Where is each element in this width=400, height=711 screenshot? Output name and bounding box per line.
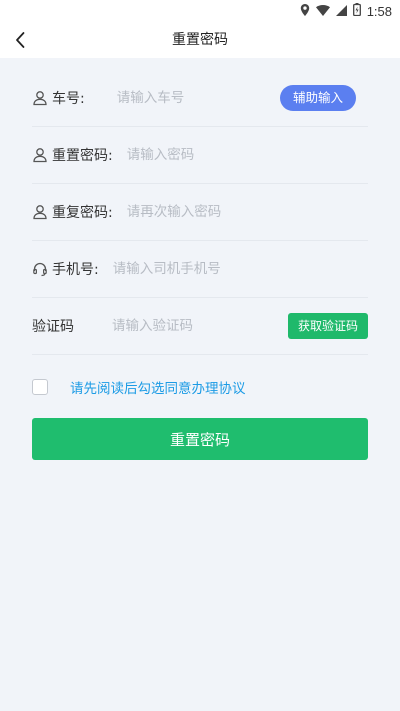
confirm-password-row: 重复密码: bbox=[32, 184, 368, 241]
code-row: 验证码 获取验证码 bbox=[32, 298, 368, 355]
signal-icon bbox=[335, 4, 347, 19]
chevron-left-icon bbox=[16, 32, 25, 48]
user-icon bbox=[33, 148, 47, 163]
battery-icon bbox=[352, 3, 361, 19]
car-number-label-group: 车号: bbox=[32, 88, 85, 108]
phone-row: 手机号: bbox=[32, 241, 368, 298]
status-icons: 1:58 bbox=[300, 3, 392, 19]
reset-password-form: 车号: 辅助输入 重置密码: 重复密码: 手机号: 验证码 获取验证码 bbox=[32, 70, 368, 355]
status-time: 1:58 bbox=[366, 3, 392, 19]
status-bar: 1:58 bbox=[0, 0, 400, 22]
headset-icon bbox=[33, 262, 47, 277]
password-row: 重置密码: bbox=[32, 127, 368, 184]
location-icon bbox=[300, 3, 310, 19]
assist-input-button[interactable]: 辅助输入 bbox=[279, 85, 356, 111]
user-icon bbox=[33, 91, 47, 106]
agreement-link[interactable]: 请先阅读后勾选同意办理协议 bbox=[70, 377, 246, 397]
phone-label-group: 手机号: bbox=[32, 259, 99, 279]
confirm-password-label-group: 重复密码: bbox=[32, 202, 113, 222]
user-icon bbox=[33, 205, 47, 220]
page-title: 重置密码 bbox=[172, 32, 228, 48]
confirm-password-input[interactable] bbox=[126, 200, 368, 224]
confirm-password-label: 重复密码: bbox=[52, 205, 113, 221]
agreement-row: 请先阅读后勾选同意办理协议 bbox=[32, 377, 368, 397]
back-button[interactable] bbox=[8, 28, 32, 52]
password-input[interactable] bbox=[126, 143, 368, 167]
car-number-row: 车号: 辅助输入 bbox=[32, 70, 368, 127]
code-label: 验证码 bbox=[32, 319, 74, 335]
phone-input[interactable] bbox=[112, 257, 368, 281]
password-label-group: 重置密码: bbox=[32, 145, 113, 165]
phone-label: 手机号: bbox=[52, 262, 99, 278]
agreement-checkbox[interactable] bbox=[32, 379, 48, 395]
password-label: 重置密码: bbox=[52, 148, 113, 164]
app-bar: 重置密码 bbox=[0, 22, 400, 58]
wifi-icon bbox=[315, 4, 330, 19]
get-code-button[interactable]: 获取验证码 bbox=[287, 313, 368, 339]
car-number-label: 车号: bbox=[52, 91, 85, 107]
reset-password-button[interactable]: 重置密码 bbox=[32, 418, 368, 460]
